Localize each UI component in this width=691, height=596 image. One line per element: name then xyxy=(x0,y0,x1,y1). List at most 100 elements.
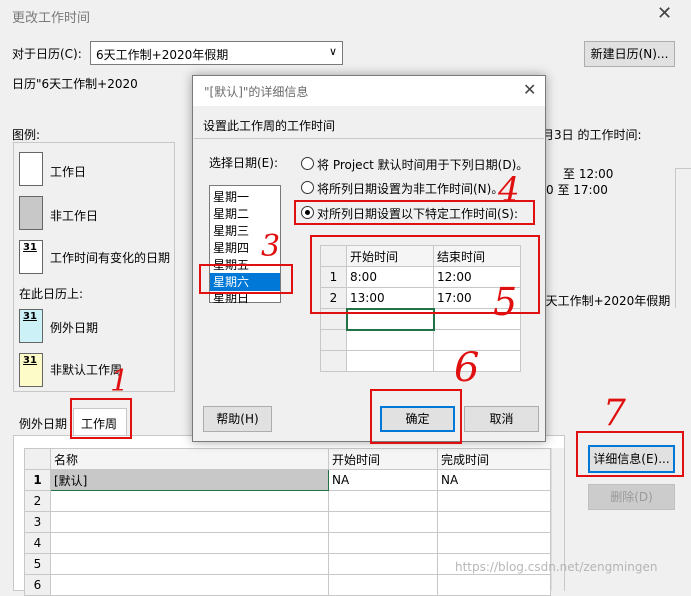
table-row[interactable]: 1 [默认] NA NA xyxy=(24,469,551,491)
day-item-tue[interactable]: 星期二 xyxy=(213,205,249,222)
legend-changed-label: 工作时间有变化的日期 xyxy=(50,251,171,265)
radio-nonworking[interactable] xyxy=(301,181,314,194)
column-header-end: 结束时间 xyxy=(433,245,521,267)
chevron-down-icon: ∨ xyxy=(328,45,337,58)
corner-cell xyxy=(24,448,51,470)
column-header-finish: 完成时间 xyxy=(437,448,551,470)
start-time-cell[interactable]: 8:00 xyxy=(346,266,434,288)
week-start-cell[interactable] xyxy=(328,511,438,533)
legend-day-number: 31 xyxy=(23,355,37,366)
week-name-cell[interactable] xyxy=(50,532,329,554)
radio-specific-times[interactable] xyxy=(301,206,314,219)
week-finish-cell[interactable] xyxy=(437,574,551,596)
day-item-wed[interactable]: 星期三 xyxy=(213,222,249,239)
tab-work-weeks[interactable]: 工作周 xyxy=(73,408,127,436)
select-day-label: 选择日期(E): xyxy=(209,156,278,170)
dialog-title-bar: "[默认]"的详细信息 ✕ xyxy=(193,76,545,106)
dialog-close-icon[interactable]: ✕ xyxy=(523,80,536,99)
week-start-cell[interactable] xyxy=(328,490,438,512)
annotation-number-6: 6 xyxy=(454,345,480,391)
time-range-1: 至 12:00 xyxy=(563,167,614,181)
close-icon[interactable]: ✕ xyxy=(657,3,672,24)
table-header-row: 名称 开始时间 完成时间 xyxy=(24,448,551,470)
week-finish-cell[interactable] xyxy=(437,532,551,554)
calendar-label: 对于日历(C): xyxy=(12,47,82,61)
time-table-header-row: 开始时间 结束时间 xyxy=(320,245,521,267)
column-header-start: 开始时间 xyxy=(346,245,434,267)
row-number: 5 xyxy=(24,553,51,575)
start-time-cell[interactable]: 13:00 xyxy=(346,287,434,309)
week-name-cell[interactable] xyxy=(50,511,329,533)
row-number: 2 xyxy=(320,287,347,309)
radio-use-default-label[interactable]: 将 Project 默认时间用于下列日期(D)。 xyxy=(317,156,528,173)
calendar-select[interactable]: 6天工作制+2020年假期 ∨ xyxy=(90,41,343,65)
legend-panel: 工作日 非工作日 31 工作时间有变化的日期 在此日历上: 31 例外日期 31… xyxy=(13,142,175,392)
table-row[interactable] xyxy=(320,329,521,351)
right-calendar-frame xyxy=(675,168,691,308)
week-start-cell[interactable] xyxy=(328,574,438,596)
row-number: 1 xyxy=(320,266,347,288)
dialog-title: "[默认]"的详细信息 xyxy=(204,85,309,99)
legend-nonworkday-label: 非工作日 xyxy=(50,209,99,223)
start-time-cell[interactable] xyxy=(346,350,434,372)
day-item-sun[interactable]: 星期日 xyxy=(213,289,249,306)
legend-nonworkday-swatch xyxy=(19,196,43,230)
week-name-cell[interactable] xyxy=(50,553,329,575)
column-header-name: 名称 xyxy=(50,448,329,470)
legend-on-calendar: 在此日历上: xyxy=(19,287,84,301)
start-time-cell[interactable] xyxy=(346,329,434,351)
details-dialog: "[默认]"的详细信息 ✕ 设置此工作周的工作时间 选择日期(E): 星期一 星… xyxy=(192,75,546,442)
legend-title: 图例: xyxy=(12,128,41,142)
annotation-number-1: 1 xyxy=(110,364,130,399)
week-start-cell[interactable]: NA xyxy=(328,469,438,491)
annotation-number-4: 4 xyxy=(498,170,520,210)
calendar-select-value: 6天工作制+2020年假期 xyxy=(96,48,229,62)
week-finish-cell[interactable] xyxy=(437,490,551,512)
table-row[interactable]: 6 xyxy=(24,574,551,596)
week-name-cell[interactable] xyxy=(50,490,329,512)
row-number: 2 xyxy=(24,490,51,512)
column-header-start: 开始时间 xyxy=(328,448,438,470)
window-title: 更改工作时间 xyxy=(12,11,91,26)
tab-exceptions[interactable]: 例外日期 xyxy=(19,415,67,432)
annotation-number-3: 3 xyxy=(261,229,281,264)
radio-specific-times-label[interactable]: 对所列日期设置以下特定工作时间(S): xyxy=(317,205,518,222)
week-start-cell[interactable] xyxy=(328,553,438,575)
week-start-cell[interactable] xyxy=(328,532,438,554)
week-name-cell[interactable] xyxy=(50,574,329,596)
row-number: 4 xyxy=(24,532,51,554)
week-finish-cell[interactable]: NA xyxy=(437,469,551,491)
week-finish-cell[interactable] xyxy=(437,511,551,533)
row-number: 1 xyxy=(24,469,51,491)
week-name-cell[interactable]: [默认] xyxy=(50,469,329,491)
table-row[interactable]: 4 xyxy=(24,532,551,554)
radio-nonworking-label[interactable]: 将所列日期设置为非工作时间(N)。 xyxy=(317,180,503,197)
details-button[interactable]: 详细信息(E)... xyxy=(588,445,675,473)
start-time-cell[interactable] xyxy=(345,307,435,331)
legend-changed-swatch: 31 xyxy=(19,240,43,274)
date-info: 月3日 的工作时间: xyxy=(542,128,642,142)
legend-day-number: 31 xyxy=(23,311,37,322)
delete-button[interactable]: 删除(D) xyxy=(588,484,675,510)
cancel-button[interactable]: 取消 xyxy=(464,406,539,432)
row-number xyxy=(320,329,347,351)
legend-day-number: 31 xyxy=(23,242,37,253)
table-row[interactable]: 2 13:00 17:00 xyxy=(320,287,521,309)
calendar-caption: 日历"6天工作制+2020 xyxy=(12,77,138,91)
radio-use-default[interactable] xyxy=(301,157,314,170)
day-item-mon[interactable]: 星期一 xyxy=(213,188,249,205)
dialog-separator xyxy=(194,138,544,139)
dialog-subtitle: 设置此工作周的工作时间 xyxy=(203,119,336,133)
table-row[interactable]: 3 xyxy=(24,511,551,533)
table-row[interactable]: 2 xyxy=(24,490,551,512)
day-item-fri[interactable]: 星期五 xyxy=(213,256,249,273)
corner-cell xyxy=(320,245,347,267)
new-calendar-button[interactable]: 新建日历(N)... xyxy=(584,41,675,67)
legend-workday-label: 工作日 xyxy=(50,165,87,179)
table-row[interactable] xyxy=(320,350,521,372)
day-item-thu[interactable]: 星期四 xyxy=(213,239,249,256)
help-button[interactable]: 帮助(H) xyxy=(203,406,272,432)
ok-button[interactable]: 确定 xyxy=(380,406,455,432)
table-row[interactable] xyxy=(320,307,521,331)
table-row[interactable]: 1 8:00 12:00 xyxy=(320,266,521,288)
